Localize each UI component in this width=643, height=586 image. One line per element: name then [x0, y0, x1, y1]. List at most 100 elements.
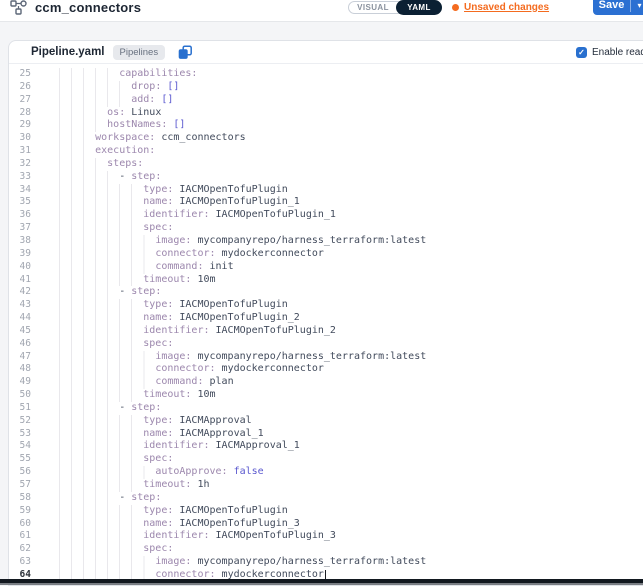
- code-token: os:: [107, 107, 125, 120]
- line-number: 59: [9, 505, 31, 518]
- code-line[interactable]: 53name: IACMApproval_1: [9, 428, 643, 441]
- code-token: steps:: [107, 158, 143, 171]
- code-line[interactable]: 30workspace: ccm_connectors: [9, 132, 643, 145]
- code-token: plan: [203, 376, 233, 389]
- code-token: IACMApproval: [173, 415, 251, 428]
- editor-tabbar: Pipeline.yaml Pipelines ✓ Enable read/: [9, 41, 643, 64]
- code-line[interactable]: 46spec:: [9, 338, 643, 351]
- code-line[interactable]: 55spec:: [9, 453, 643, 466]
- indent-guides: [59, 222, 143, 235]
- indent-guides: [59, 440, 143, 453]
- code-line[interactable]: 59type: IACMOpenTofuPlugin: [9, 505, 643, 518]
- line-number: 63: [9, 556, 31, 569]
- code-line[interactable]: 40command: init: [9, 261, 643, 274]
- code-editor[interactable]: 25capabilities:26drop: []27add: []28os: …: [9, 65, 643, 579]
- toggle-visual[interactable]: VISUAL: [349, 2, 397, 13]
- visual-yaml-toggle[interactable]: VISUAL YAML: [348, 1, 442, 14]
- code-token: Linux: [125, 107, 161, 120]
- enable-readonly-checkbox[interactable]: ✓: [576, 47, 587, 58]
- indent-guides: [59, 569, 155, 579]
- line-number: 27: [9, 94, 31, 107]
- code-content: - step:: [59, 402, 161, 415]
- code-line[interactable]: 50timeout: 10m: [9, 389, 643, 402]
- code-line[interactable]: 58- step:: [9, 492, 643, 505]
- indent-guides: [59, 389, 143, 402]
- chevron-down-icon[interactable]: ▾: [631, 0, 643, 15]
- code-line[interactable]: 57timeout: 1h: [9, 479, 643, 492]
- toggle-yaml[interactable]: YAML: [396, 0, 442, 15]
- code-token: type:: [143, 184, 173, 197]
- tab-pipeline-yaml[interactable]: Pipeline.yaml: [31, 46, 105, 58]
- code-line[interactable]: 37spec:: [9, 222, 643, 235]
- line-number: 60: [9, 518, 31, 531]
- code-line[interactable]: 54identifier: IACMApproval_1: [9, 440, 643, 453]
- code-line[interactable]: 63image: mycompanyrepo/harness_terraform…: [9, 556, 643, 569]
- code-line[interactable]: 51 - step:: [9, 402, 643, 415]
- code-line[interactable]: 47image: mycompanyrepo/harness_terraform…: [9, 351, 643, 364]
- indent-guides: [59, 94, 131, 107]
- page-title: ccm_connectors: [35, 0, 141, 15]
- code-content: connector: mydockerconnector: [59, 248, 324, 261]
- code-token: image:: [155, 351, 191, 364]
- code-token: -: [119, 402, 131, 415]
- code-line[interactable]: 33- step:: [9, 171, 643, 184]
- indent-guides: [59, 543, 143, 556]
- code-content: command: init: [59, 261, 234, 274]
- code-line[interactable]: 60name: IACMOpenTofuPlugin_3: [9, 518, 643, 531]
- code-line[interactable]: 28os: Linux: [9, 107, 643, 120]
- code-line[interactable]: 38image: mycompanyrepo/harness_terraform…: [9, 235, 643, 248]
- unsaved-changes-link[interactable]: Unsaved changes: [452, 1, 549, 13]
- code-line[interactable]: 32steps:: [9, 158, 643, 171]
- code-line[interactable]: 25capabilities:: [9, 68, 643, 81]
- code-line[interactable]: 62spec:: [9, 543, 643, 556]
- save-split-button[interactable]: Save ▾: [593, 0, 643, 15]
- code-line[interactable]: 52type: IACMApproval: [9, 415, 643, 428]
- code-content: spec:: [59, 338, 173, 351]
- code-token: type:: [143, 415, 173, 428]
- code-token: step:: [131, 492, 161, 505]
- line-number: 44: [9, 312, 31, 325]
- code-token: connector:: [155, 569, 215, 579]
- code-line[interactable]: 45identifier: IACMOpenTofuPlugin_2: [9, 325, 643, 338]
- code-line[interactable]: 36identifier: IACMOpenTofuPlugin_1: [9, 209, 643, 222]
- code-line[interactable]: 41timeout: 10m: [9, 274, 643, 287]
- code-line[interactable]: 42- step:: [9, 286, 643, 299]
- line-number: 51: [9, 402, 31, 415]
- code-token: 10m: [191, 389, 215, 402]
- code-token: hostNames:: [107, 119, 167, 132]
- line-number: 50: [9, 389, 31, 402]
- unsaved-changes-label: Unsaved changes: [464, 2, 549, 13]
- code-token: timeout:: [143, 479, 191, 492]
- code-line[interactable]: 27add: []: [9, 94, 643, 107]
- indent-guides: [59, 132, 95, 145]
- indent-guides: [59, 68, 119, 81]
- code-line[interactable]: 64connector: mydockerconnector: [9, 569, 643, 579]
- code-content: timeout: 10m: [59, 274, 216, 287]
- code-line[interactable]: 39connector: mydockerconnector: [9, 248, 643, 261]
- code-line[interactable]: 26drop: []: [9, 81, 643, 94]
- code-token: name:: [143, 518, 173, 531]
- code-line[interactable]: 44name: IACMOpenTofuPlugin_2: [9, 312, 643, 325]
- code-line[interactable]: 56autoApprove: false: [9, 466, 643, 479]
- code-line[interactable]: 49command: plan: [9, 376, 643, 389]
- save-button[interactable]: Save: [593, 0, 630, 15]
- code-line[interactable]: 61identifier: IACMOpenTofuPlugin_3: [9, 530, 643, 543]
- indent-guides: [59, 376, 155, 389]
- code-content: identifier: IACMOpenTofuPlugin_1: [59, 209, 336, 222]
- code-line[interactable]: 29hostNames: []: [9, 119, 643, 132]
- code-line[interactable]: 43type: IACMOpenTofuPlugin: [9, 299, 643, 312]
- code-token: spec:: [143, 222, 173, 235]
- code-line[interactable]: 48connector: mydockerconnector: [9, 363, 643, 376]
- code-token: -: [119, 492, 131, 505]
- line-number: 55: [9, 453, 31, 466]
- code-line[interactable]: 35name: IACMOpenTofuPlugin_1: [9, 196, 643, 209]
- code-line[interactable]: 34type: IACMOpenTofuPlugin: [9, 184, 643, 197]
- code-token: timeout:: [143, 274, 191, 287]
- copy-icon[interactable]: [178, 45, 193, 60]
- code-token: identifier:: [143, 209, 209, 222]
- code-content: hostNames: []: [59, 119, 185, 132]
- code-token: command:: [155, 376, 203, 389]
- code-token: execution:: [95, 145, 155, 158]
- code-token: type:: [143, 299, 173, 312]
- code-line[interactable]: 31execution:: [9, 145, 643, 158]
